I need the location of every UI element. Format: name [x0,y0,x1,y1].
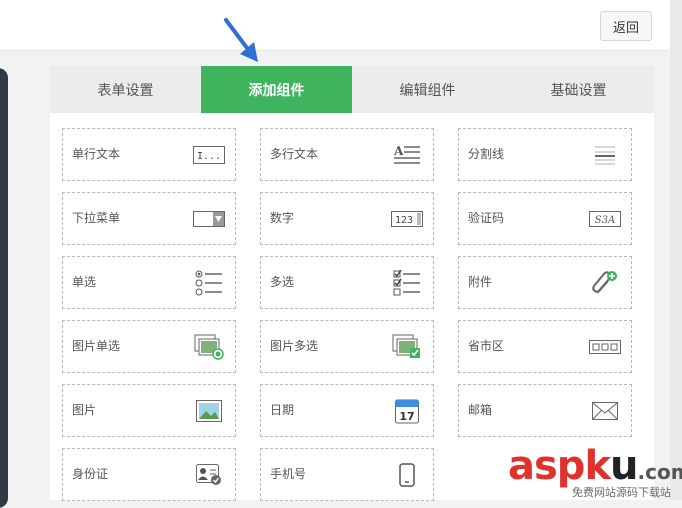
component-single-line-text[interactable]: 单行文本 I... [62,128,236,181]
multi-line-text-icon: A [391,141,423,169]
mail-icon [589,397,621,425]
image-radio-icon [193,333,225,361]
top-bar: 返回 [0,0,670,51]
mobile-icon [391,461,423,489]
tab-bar: 表单设置 添加组件 编辑组件 基础设置 [50,66,654,113]
component-label: 下拉菜单 [72,211,121,225]
calendar-icon: 17 [391,397,423,425]
component-email[interactable]: 邮箱 [458,384,632,437]
back-button[interactable]: 返回 [600,11,652,41]
svg-text:S3A: S3A [595,215,615,226]
pointer-arrow-icon [224,18,258,62]
component-region[interactable]: 省市区 [458,320,632,373]
component-captcha[interactable]: 验证码 S3A [458,192,632,245]
svg-text:17: 17 [399,410,414,423]
component-divider[interactable]: 分割线 [458,128,632,181]
tab-basic-settings[interactable]: 基础设置 [503,66,654,113]
component-date[interactable]: 日期 17 [260,384,434,437]
attachment-icon [589,269,621,297]
number-icon: 123 [391,205,423,233]
component-label: 手机号 [270,467,307,481]
component-image-radio[interactable]: 图片单选 [62,320,236,373]
component-label: 图片多选 [270,339,319,353]
checkbox-icon [391,269,423,297]
component-dropdown[interactable]: 下拉菜单 [62,192,236,245]
tab-form-settings[interactable]: 表单设置 [50,66,201,113]
left-panel-edge [0,68,8,508]
component-label: 邮箱 [468,403,493,417]
tab-add-component[interactable]: 添加组件 [201,66,352,113]
radio-icon [193,269,225,297]
watermark-tagline: 免费网站源码下载站 [572,486,671,499]
component-label: 多行文本 [270,147,319,161]
image-icon [193,397,225,425]
component-image[interactable]: 图片 [62,384,236,437]
id-card-icon [193,461,225,489]
dropdown-icon [193,205,225,233]
tab-edit-component[interactable]: 编辑组件 [352,66,503,113]
component-label: 附件 [468,275,493,289]
single-line-text-icon: I... [193,141,225,169]
component-radio[interactable]: 单选 [62,256,236,309]
component-label: 分割线 [468,147,505,161]
component-image-checkbox[interactable]: 图片多选 [260,320,434,373]
region-icon [589,333,621,361]
component-label: 省市区 [468,339,505,353]
component-label: 日期 [270,403,295,417]
image-checkbox-icon [391,333,423,361]
component-label: 单行文本 [72,147,121,161]
scrollbar[interactable] [670,0,682,500]
captcha-icon: S3A [589,205,621,233]
component-number[interactable]: 数字 123 [260,192,434,245]
component-checkbox[interactable]: 多选 [260,256,434,309]
divider-icon [589,141,621,169]
component-label: 图片 [72,403,97,417]
svg-text:I...: I... [197,151,221,162]
svg-text:123: 123 [395,215,413,226]
component-label: 单选 [72,275,97,289]
svg-text:A: A [393,144,404,158]
component-label: 多选 [270,275,295,289]
component-label: 图片单选 [72,339,121,353]
component-multi-line-text[interactable]: 多行文本 A [260,128,434,181]
component-mobile[interactable]: 手机号 [260,448,434,501]
component-id-card[interactable]: 身份证 [62,448,236,501]
component-attachment[interactable]: 附件 [458,256,632,309]
component-label: 身份证 [72,467,109,481]
component-label: 验证码 [468,211,505,225]
component-label: 数字 [270,211,295,225]
